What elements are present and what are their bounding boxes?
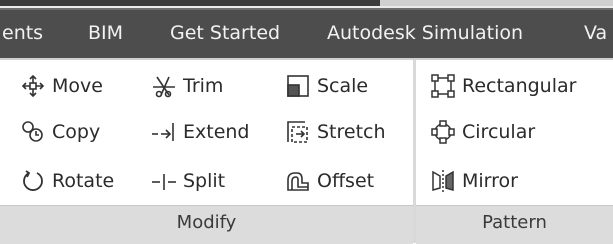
rectangular-pattern-button[interactable]: Rectangular <box>430 69 576 103</box>
tab-bar-accent <box>0 8 613 10</box>
rectangular-pattern-label: Rectangular <box>462 75 577 97</box>
stretch-button[interactable]: Stretch <box>285 115 386 149</box>
modify-panel-footer[interactable]: Modify <box>0 205 413 244</box>
offset-button[interactable]: Offset <box>285 164 374 198</box>
modify-panel-title: Modify <box>176 212 237 233</box>
extend-label: Extend <box>183 121 250 143</box>
tab-bim[interactable]: BIM <box>88 16 123 50</box>
ribbon-tab-bar: ents BIM Get Started Autodesk Simulation… <box>0 8 613 58</box>
extend-button[interactable]: Extend <box>151 115 250 149</box>
rotate-button[interactable]: Rotate <box>20 164 114 198</box>
split-button[interactable]: Split <box>151 164 225 198</box>
trim-label: Trim <box>183 75 224 97</box>
tab-ents[interactable]: ents <box>2 16 43 50</box>
trim-icon <box>151 73 177 99</box>
title-bar-light <box>380 0 613 6</box>
mirror-button[interactable]: Mirror <box>430 164 518 198</box>
rotate-label: Rotate <box>52 170 115 192</box>
move-label: Move <box>52 75 103 97</box>
ribbon-body: Move Copy Rotate Trim Extend Split Scale… <box>0 58 613 244</box>
scale-button[interactable]: Scale <box>285 69 368 103</box>
stretch-label: Stretch <box>317 121 386 143</box>
stretch-icon <box>285 119 311 145</box>
title-bar-dark <box>0 0 380 6</box>
move-button[interactable]: Move <box>20 69 103 103</box>
extend-icon <box>151 119 177 145</box>
scale-icon <box>285 73 311 99</box>
copy-button[interactable]: Copy <box>20 115 100 149</box>
pattern-panel-footer[interactable]: Pattern <box>416 205 613 244</box>
tab-va[interactable]: Va <box>584 16 607 50</box>
ribbon-top-line <box>0 58 613 60</box>
scale-label: Scale <box>317 75 369 97</box>
move-icon <box>20 73 46 99</box>
circular-pattern-label: Circular <box>462 121 536 143</box>
window-top-strip <box>0 0 613 8</box>
copy-icon <box>20 119 46 145</box>
offset-icon <box>285 168 311 194</box>
circular-pattern-icon <box>430 119 456 145</box>
mirror-label: Mirror <box>462 170 518 192</box>
pattern-panel-title: Pattern <box>482 212 547 233</box>
split-label: Split <box>183 170 226 192</box>
tab-autodesk-simulation[interactable]: Autodesk Simulation <box>327 16 523 50</box>
rotate-icon <box>20 168 46 194</box>
mirror-icon <box>430 168 456 194</box>
copy-label: Copy <box>52 121 101 143</box>
rectangular-pattern-icon <box>430 73 456 99</box>
offset-label: Offset <box>317 170 375 192</box>
trim-button[interactable]: Trim <box>151 69 223 103</box>
tab-get-started[interactable]: Get Started <box>170 16 280 50</box>
split-icon <box>151 168 177 194</box>
circular-pattern-button[interactable]: Circular <box>430 115 535 149</box>
